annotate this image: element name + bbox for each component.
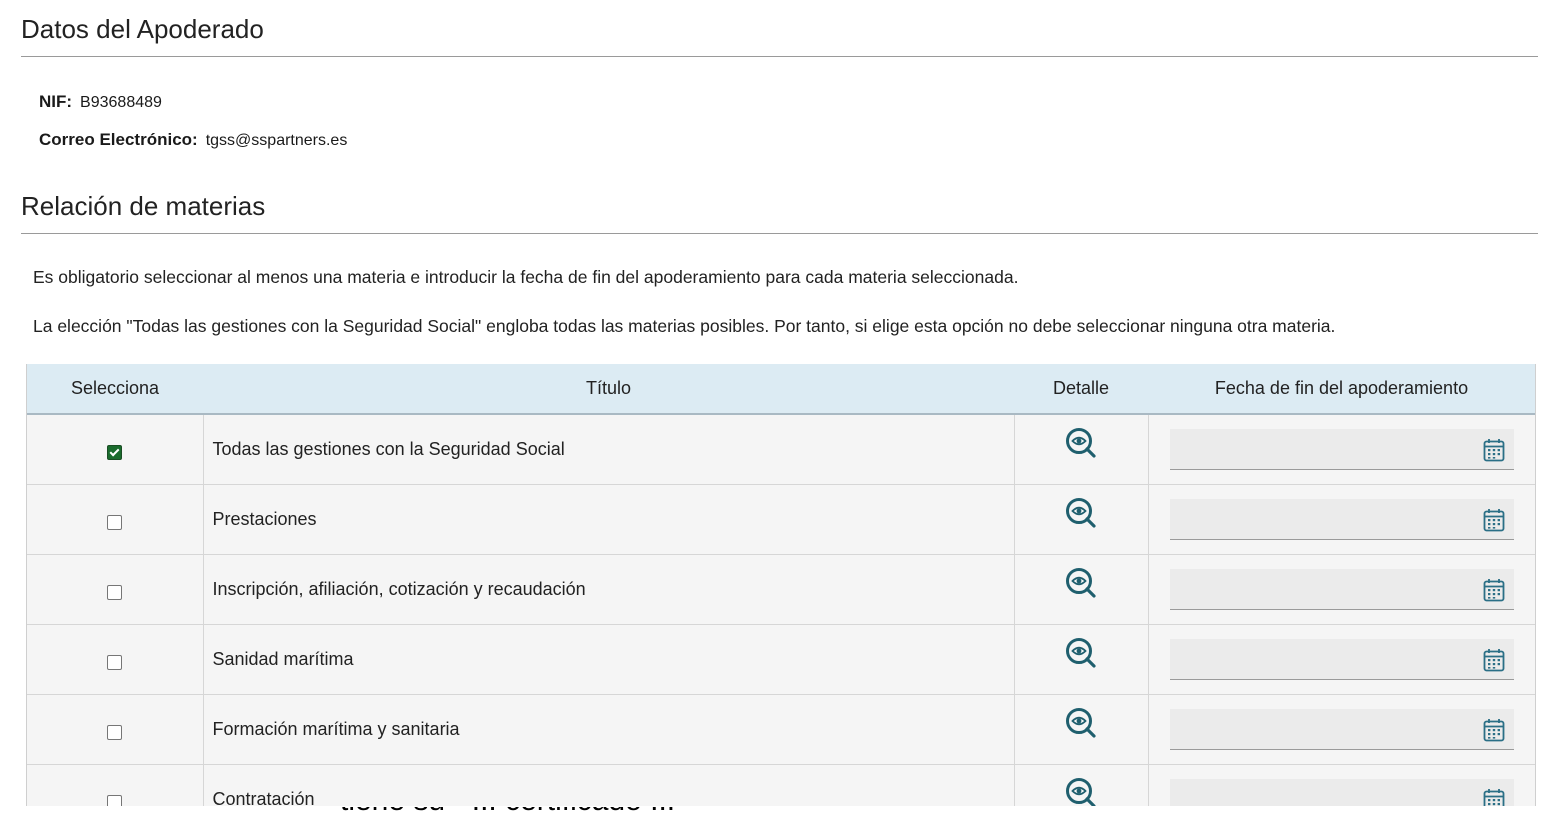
calendar-icon[interactable] <box>1483 438 1505 467</box>
calendar-icon[interactable] <box>1483 648 1505 677</box>
end-date-input[interactable] <box>1169 569 1514 610</box>
select-cell <box>27 484 204 555</box>
email-field: Correo Electrónico: tgss@sspartners.es <box>39 130 347 150</box>
col-header-detail: Detalle <box>1014 364 1148 415</box>
materias-title: Relación de materias <box>21 191 266 221</box>
title-cell: Inscripción, afiliación, cotización y re… <box>203 554 1015 625</box>
table-row: Todas las gestiones con la Seguridad Soc… <box>27 414 1535 485</box>
note-mandatory: Es obligatorio seleccionar al menos una … <box>33 267 1019 287</box>
email-label: Correo Electrónico: <box>39 130 198 149</box>
table-header-row: Selecciona Título Detalle Fecha de fin d… <box>27 364 1535 415</box>
title-cell: Sanidad marítima <box>203 624 1015 695</box>
apoderado-title: Datos del Apoderado <box>21 14 264 44</box>
end-date-cell <box>1148 554 1535 625</box>
nif-label: NIF: <box>39 92 73 111</box>
materia-title: Todas las gestiones con la Seguridad Soc… <box>212 439 565 459</box>
select-cell <box>27 414 204 485</box>
calendar-icon[interactable] <box>1483 718 1505 747</box>
end-date-cell <box>1148 484 1535 555</box>
view-detail-icon[interactable] <box>1064 776 1098 806</box>
detail-cell <box>1014 554 1149 625</box>
note-all-option: La elección "Todas las gestiones con la … <box>33 316 1336 336</box>
materias-divider <box>21 233 1538 234</box>
select-checkbox[interactable] <box>107 654 123 670</box>
detail-cell <box>1014 484 1149 555</box>
end-date-input[interactable] <box>1169 499 1514 540</box>
table-row: Formación marítima y sanitaria <box>27 694 1535 765</box>
calendar-icon[interactable] <box>1483 788 1505 806</box>
table-row: Prestaciones <box>27 484 1535 555</box>
table-row: Sanidad marítima <box>27 624 1535 695</box>
detail-cell <box>1014 764 1149 806</box>
end-date-input[interactable] <box>1169 779 1514 806</box>
col-header-title: Título <box>203 364 1014 415</box>
select-checkbox[interactable] <box>107 724 123 740</box>
view-detail-icon[interactable] <box>1064 496 1098 535</box>
nif-value: B93688489 <box>80 94 162 111</box>
view-detail-icon[interactable] <box>1064 706 1098 745</box>
table-row: Contratación <box>27 764 1535 806</box>
select-cell <box>27 624 204 695</box>
end-date-input[interactable] <box>1169 709 1514 750</box>
materia-title: Sanidad marítima <box>212 649 354 669</box>
table-row: Inscripción, afiliación, cotización y re… <box>27 554 1535 625</box>
materia-title: Contratación <box>212 789 315 806</box>
cropped-caption-text: tiene su “ ... certificado ...” <box>340 807 685 818</box>
nif-field: NIF: B93688489 <box>39 92 162 112</box>
cropped-caption: tiene su “ ... certificado ...” <box>0 807 1544 818</box>
select-checkbox[interactable] <box>107 444 123 460</box>
materias-table: Selecciona Título Detalle Fecha de fin d… <box>26 364 1536 806</box>
select-cell <box>27 694 204 765</box>
select-checkbox[interactable] <box>107 514 123 530</box>
materia-title: Inscripción, afiliación, cotización y re… <box>212 579 586 599</box>
title-cell: Contratación <box>203 764 1015 806</box>
view-detail-icon[interactable] <box>1064 566 1098 605</box>
end-date-cell <box>1148 764 1535 806</box>
apoderado-divider <box>21 56 1538 57</box>
title-cell: Prestaciones <box>203 484 1015 555</box>
select-cell <box>27 764 204 806</box>
view-detail-icon[interactable] <box>1064 636 1098 675</box>
email-value: tgss@sspartners.es <box>205 132 348 149</box>
calendar-icon[interactable] <box>1483 578 1505 607</box>
materia-title: Prestaciones <box>212 509 317 529</box>
view-detail-icon[interactable] <box>1064 426 1098 465</box>
col-header-end-date: Fecha de fin del apoderamiento <box>1148 364 1535 415</box>
col-header-select: Selecciona <box>27 364 203 415</box>
detail-cell <box>1014 624 1149 695</box>
end-date-cell <box>1148 694 1535 765</box>
calendar-icon[interactable] <box>1483 508 1505 537</box>
end-date-cell <box>1148 624 1535 695</box>
end-date-cell <box>1148 414 1535 485</box>
detail-cell <box>1014 414 1149 485</box>
select-checkbox[interactable] <box>107 584 123 600</box>
select-cell <box>27 554 204 625</box>
materia-title: Formación marítima y sanitaria <box>212 719 460 739</box>
title-cell: Formación marítima y sanitaria <box>203 694 1015 765</box>
select-checkbox[interactable] <box>107 794 123 806</box>
title-cell: Todas las gestiones con la Seguridad Soc… <box>203 414 1015 485</box>
end-date-input[interactable] <box>1169 639 1514 680</box>
end-date-input[interactable] <box>1169 429 1514 470</box>
detail-cell <box>1014 694 1149 765</box>
